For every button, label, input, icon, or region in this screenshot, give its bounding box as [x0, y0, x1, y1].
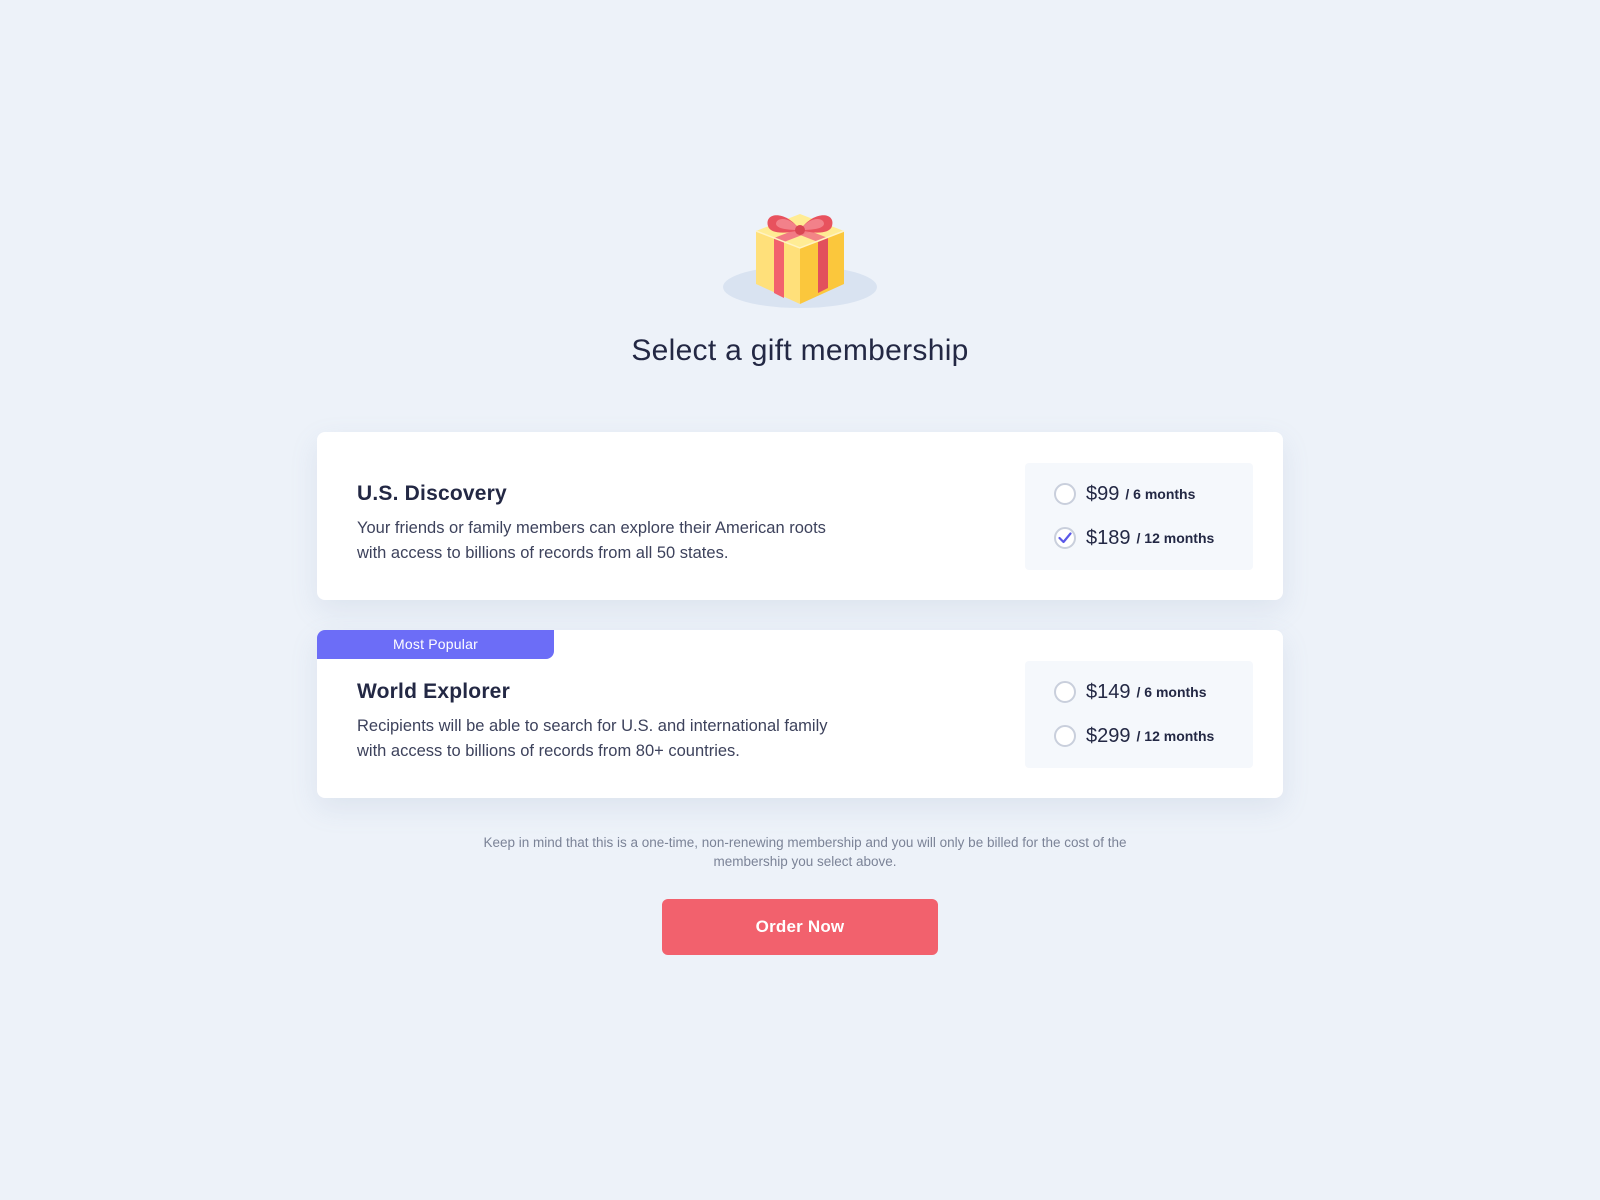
page-title: Select a gift membership — [631, 334, 969, 367]
option-period: / 12 months — [1136, 530, 1215, 546]
option-price: $149 — [1086, 680, 1131, 703]
plan-description: Recipients will be able to search for U.… — [357, 717, 828, 760]
option-price: $189 — [1086, 526, 1131, 549]
option-us-12-months[interactable]: $189 / 12 months — [1054, 523, 1214, 553]
option-price: $299 — [1086, 724, 1131, 747]
radio-unchecked-icon[interactable] — [1054, 483, 1076, 505]
plan-card-world-explorer: Most Popular World Explorer Recipients w… — [317, 630, 1283, 798]
plan-description: Your friends or family members can explo… — [357, 519, 826, 562]
option-period: / 6 months — [1125, 486, 1196, 502]
order-now-button[interactable]: Order Now — [662, 899, 938, 955]
plan-name: U.S. Discovery — [357, 482, 507, 505]
gift-membership-page: Select a gift membership U.S. Discovery … — [0, 0, 1600, 1200]
plan-options: $149 / 6 months $299 / 12 months — [1025, 661, 1253, 768]
most-popular-badge: Most Popular — [317, 630, 554, 659]
radio-unchecked-icon[interactable] — [1054, 725, 1076, 747]
option-us-6-months[interactable]: $99 / 6 months — [1054, 479, 1195, 509]
option-world-12-months[interactable]: $299 / 12 months — [1054, 721, 1214, 751]
plan-options: $99 / 6 months $189 / 12 months — [1025, 463, 1253, 570]
radio-unchecked-icon[interactable] — [1054, 681, 1076, 703]
option-price: $99 — [1086, 482, 1120, 505]
option-period: / 6 months — [1136, 684, 1207, 700]
option-world-6-months[interactable]: $149 / 6 months — [1054, 677, 1207, 707]
billing-note: Keep in mind that this is a one-time, no… — [483, 835, 1127, 869]
checkmark-icon — [1058, 532, 1072, 544]
radio-checked-icon[interactable] — [1054, 527, 1076, 549]
option-period: / 12 months — [1136, 728, 1215, 744]
plan-name: World Explorer — [357, 680, 510, 703]
gift-icon — [720, 200, 880, 312]
plan-card-us-discovery: U.S. Discovery Your friends or family me… — [317, 432, 1283, 600]
